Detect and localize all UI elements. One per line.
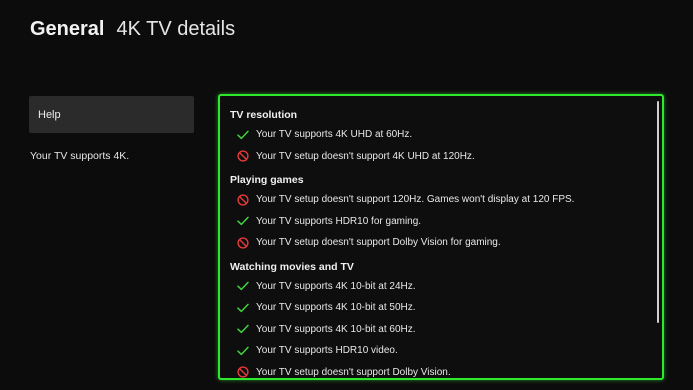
list-item: Your TV supports HDR10 video. — [230, 340, 648, 362]
details-group: Watching movies and TV Your TV supports 4… — [230, 260, 648, 379]
block-icon — [230, 366, 256, 378]
check-icon — [230, 324, 256, 334]
details-group: TV resolution Your TV supports 4K UHD at … — [230, 108, 648, 167]
tv-support-summary: Your TV supports 4K. — [30, 150, 130, 162]
check-icon — [230, 346, 256, 356]
check-icon — [230, 216, 256, 226]
list-item-text: Your TV supports 4K 10-bit at 50Hz. — [256, 302, 416, 314]
check-icon — [230, 303, 256, 313]
list-item: Your TV supports 4K 10-bit at 60Hz. — [230, 319, 648, 341]
list-item: Your TV setup doesn't support 120Hz. Gam… — [230, 189, 648, 211]
group-title: Playing games — [230, 174, 304, 186]
group-title: Watching movies and TV — [230, 260, 354, 273]
list-item: Your TV supports 4K 10-bit at 24Hz. — [230, 276, 648, 298]
list-item: Your TV supports 4K 10-bit at 50Hz. — [230, 297, 648, 319]
check-icon — [230, 281, 256, 291]
list-item-text: Your TV supports HDR10 video. — [256, 345, 398, 357]
list-item-text: Your TV setup doesn't support 4K UHD at … — [256, 150, 475, 162]
scrollbar[interactable] — [657, 101, 659, 323]
block-icon — [230, 150, 256, 162]
list-item-text: Your TV supports 4K 10-bit at 24Hz. — [256, 280, 416, 292]
list-item: Your TV setup doesn't support Dolby Visi… — [230, 362, 648, 379]
list-item: Your TV setup doesn't support 4K UHD at … — [230, 146, 648, 168]
section-title: General — [30, 18, 105, 40]
check-icon — [230, 130, 256, 140]
details-list: TV resolution Your TV supports 4K UHD at … — [230, 108, 648, 379]
list-item-text: Your TV setup doesn't support Dolby Visi… — [256, 366, 451, 378]
help-button[interactable]: Help — [29, 96, 194, 133]
group-title: TV resolution — [230, 109, 298, 121]
list-item-text: Your TV supports 4K 10-bit at 60Hz. — [256, 323, 416, 335]
help-button-label: Help — [38, 108, 61, 121]
list-item: Your TV setup doesn't support Dolby Visi… — [230, 232, 648, 254]
block-icon — [230, 237, 256, 249]
list-item-text: Your TV setup doesn't support Dolby Visi… — [256, 237, 501, 249]
block-icon — [230, 194, 256, 206]
tv-details-panel[interactable]: TV resolution Your TV supports 4K UHD at … — [218, 94, 664, 380]
list-item: Your TV supports 4K UHD at 60Hz. — [230, 124, 648, 146]
details-group: Playing games Your TV setup doesn't suppo… — [230, 173, 648, 254]
list-item: Your TV supports HDR10 for gaming. — [230, 211, 648, 233]
page-title: 4K TV details — [116, 18, 236, 40]
list-item-text: Your TV setup doesn't support 120Hz. Gam… — [256, 194, 575, 206]
list-item-text: Your TV supports HDR10 for gaming. — [256, 215, 422, 227]
page-header: General 4K TV details — [30, 18, 235, 41]
list-item-text: Your TV supports 4K UHD at 60Hz. — [256, 129, 413, 141]
